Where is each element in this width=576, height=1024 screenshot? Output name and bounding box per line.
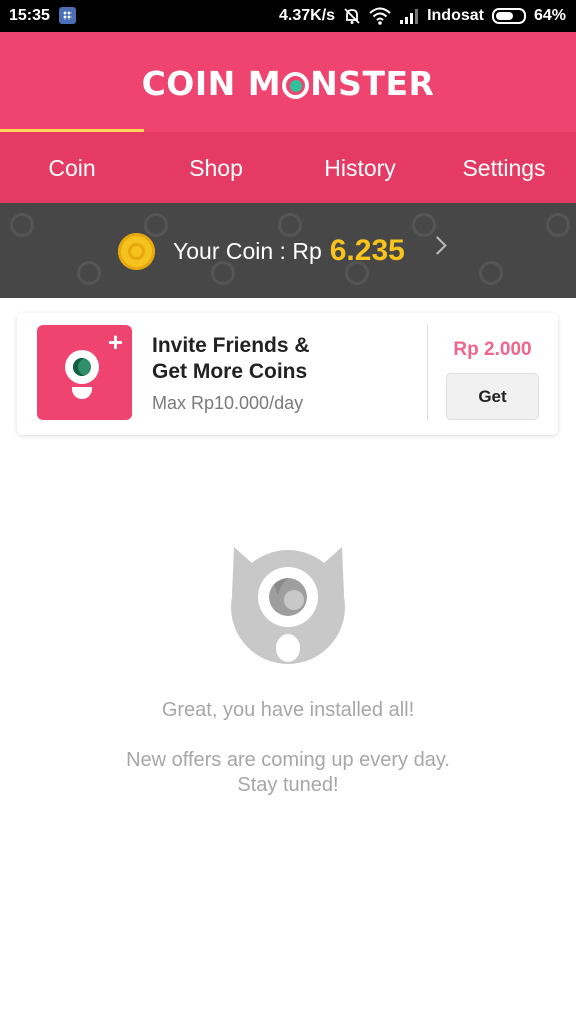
tab-bar: Coin Shop History Settings <box>0 132 576 203</box>
empty-state-submessage-line2: Stay tuned! <box>237 774 339 796</box>
tab-coin[interactable]: Coin <box>0 132 144 203</box>
tab-history[interactable]: History <box>288 132 432 203</box>
get-button[interactable]: Get <box>446 373 539 420</box>
status-right-group: 4.37K/s Indosat 64% <box>279 7 566 25</box>
offer-price: Rp 2.000 <box>453 339 532 360</box>
empty-state-message: Great, you have installed all! <box>161 699 415 721</box>
watermark-icon <box>479 261 503 285</box>
watermark-icon <box>412 213 436 237</box>
logo-eye-icon <box>282 72 310 99</box>
watermark-icon <box>77 261 101 285</box>
status-time: 15:35 <box>9 7 50 24</box>
tab-shop[interactable]: Shop <box>144 132 288 203</box>
monster-placeholder-icon <box>231 547 345 664</box>
plus-icon: + <box>107 327 123 357</box>
signal-icon <box>400 9 419 24</box>
tab-settings[interactable]: Settings <box>432 132 576 203</box>
coin-balance-row: Your Coin : Rp 6.235 <box>118 229 405 273</box>
offer-card[interactable]: + Invite Friends & Get More Coins Max Rp1… <box>17 313 558 435</box>
offer-title: Invite Friends & Get More Coins <box>152 334 310 383</box>
coin-balance-label: Your Coin : Rp <box>173 237 322 264</box>
invite-app-icon: + <box>37 325 132 420</box>
status-bar: 15:35 4.37K/s Indosat 64% <box>0 0 576 32</box>
coin-balance-bar[interactable]: Your Coin : Rp 6.235 <box>0 203 576 298</box>
coin-icon <box>118 232 155 270</box>
app-header: COIN M NSTER <box>0 32 576 132</box>
monster-mouth <box>72 387 92 399</box>
watermark-icon <box>10 213 34 237</box>
watermark-icon <box>546 213 570 237</box>
carrier-name: Indosat <box>427 7 484 24</box>
chevron-right-icon[interactable] <box>428 236 447 255</box>
coin-balance-value: 6.235 <box>329 234 405 267</box>
bbm-icon <box>59 7 76 24</box>
monster-face-icon <box>65 350 99 384</box>
empty-state-submessage-line1: New offers are coming up every day. <box>126 749 450 771</box>
empty-state-submessage: New offers are coming up every day. Stay… <box>0 748 576 798</box>
coin-monster-logo: COIN M NSTER <box>141 64 435 103</box>
battery-percent: 64% <box>533 7 566 24</box>
wifi-icon <box>369 7 391 25</box>
network-speed: 4.37K/s <box>279 7 336 24</box>
mute-bell-icon <box>344 8 360 24</box>
offer-subtitle: Max Rp10.000/day <box>152 393 304 413</box>
battery-icon <box>491 8 526 24</box>
